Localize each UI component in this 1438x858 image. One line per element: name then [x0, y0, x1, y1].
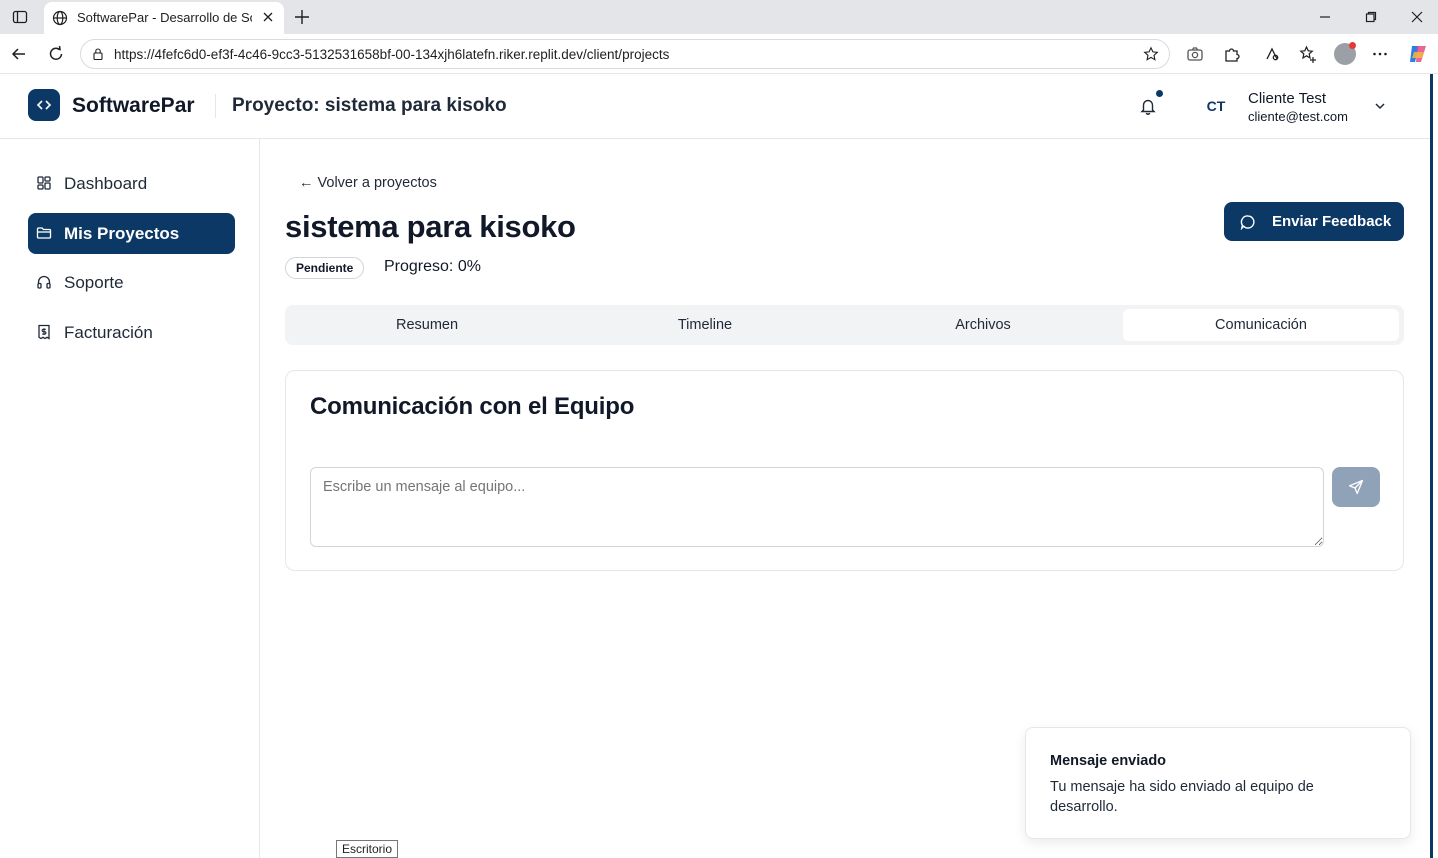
scrollbar[interactable]: [1430, 74, 1433, 858]
address-bar[interactable]: https://4fefc6d0-ef3f-4c46-9cc3-51325316…: [80, 39, 1170, 69]
notification-dot: [1156, 90, 1163, 97]
tab-files[interactable]: Archivos: [845, 309, 1121, 341]
screenshot-camera-icon[interactable]: [1186, 45, 1204, 63]
user-email[interactable]: cliente@test.com: [1248, 109, 1348, 124]
chevron-down-icon[interactable]: [1373, 99, 1387, 113]
browser-tab-strip: SoftwarePar - Desarrollo de Software: [0, 0, 1438, 34]
communication-card: Comunicación con el Equipo: [285, 370, 1404, 571]
close-tab-icon[interactable]: [260, 9, 276, 25]
url-text[interactable]: https://4fefc6d0-ef3f-4c46-9cc3-51325316…: [114, 47, 669, 62]
card-title: Comunicación con el Equipo: [310, 393, 635, 420]
sidebar-item-dashboard[interactable]: Dashboard: [28, 163, 235, 204]
back-arrow-icon[interactable]: [9, 44, 29, 64]
tab-communication[interactable]: Comunicación: [1123, 309, 1399, 341]
avatar[interactable]: CT: [1199, 95, 1233, 117]
back-to-projects-link[interactable]: ← Volver a proyectos: [299, 175, 437, 191]
dashboard-icon: [37, 176, 51, 190]
send-message-button[interactable]: [1332, 467, 1380, 507]
sidebar-item-label: Dashboard: [64, 174, 148, 193]
app-header: SoftwarePar Proyecto: sistema para kisok…: [0, 74, 1430, 139]
browser-tab-title: SoftwarePar - Desarrollo de Software: [77, 10, 252, 25]
restore-icon[interactable]: [1363, 9, 1379, 25]
sidebar-item-label: Soporte: [64, 273, 124, 292]
page-title: Proyecto: sistema para kisoko: [232, 95, 507, 116]
message-circle-icon: [1240, 215, 1255, 230]
site-info-icon[interactable]: [91, 47, 105, 61]
browser-tab[interactable]: SoftwarePar - Desarrollo de Software: [44, 2, 284, 34]
code-brackets-icon: [36, 100, 52, 110]
receipt-icon: [38, 324, 50, 340]
toast-message: Tu mensaje ha sido enviado al equipo de …: [1050, 779, 1314, 815]
send-feedback-button[interactable]: Enviar Feedback: [1224, 202, 1404, 241]
message-input[interactable]: [310, 467, 1324, 547]
window-menu-icon[interactable]: [12, 9, 28, 25]
toast-title: Mensaje enviado: [1050, 753, 1167, 769]
copilot-icon[interactable]: [1407, 43, 1429, 65]
logo[interactable]: [28, 89, 60, 121]
more-options-icon[interactable]: [1371, 45, 1389, 63]
taskbar-tooltip: Escritorio: [336, 840, 399, 858]
user-name[interactable]: Cliente Test: [1248, 90, 1326, 107]
headphones-icon: [37, 275, 51, 289]
sidebar-item-label: Facturación: [64, 323, 153, 342]
header-divider: [215, 94, 216, 118]
project-title: sistema para kisoko: [285, 209, 576, 244]
tab-summary[interactable]: Resumen: [289, 309, 565, 341]
toast-notification[interactable]: Mensaje enviado Tu mensaje ha sido envia…: [1025, 727, 1411, 839]
send-feedback-label: Enviar Feedback: [1272, 213, 1392, 230]
sidebar-item-projects[interactable]: Mis Proyectos: [28, 213, 235, 254]
send-icon: [1348, 479, 1364, 495]
sidebar-item-support[interactable]: Soporte: [28, 262, 235, 303]
folder-icon: [36, 227, 52, 239]
browser-essentials-icon[interactable]: [1263, 45, 1281, 63]
status-badge: Pendiente: [285, 257, 365, 279]
profile-notification-dot: [1349, 42, 1356, 49]
project-tabs: Resumen Timeline Archivos Comunicación: [285, 305, 1404, 345]
new-tab-icon[interactable]: [292, 7, 312, 27]
reload-icon[interactable]: [46, 44, 66, 64]
favorite-star-icon[interactable]: [1143, 46, 1159, 62]
brand-name: SoftwarePar: [72, 94, 195, 117]
sidebar: Dashboard Mis Proyectos Soporte Facturac…: [0, 139, 260, 858]
sidebar-item-billing[interactable]: Facturación: [28, 312, 235, 353]
minimize-icon[interactable]: [1317, 9, 1333, 25]
sidebar-item-label: Mis Proyectos: [64, 224, 180, 243]
progress-text: Progreso: 0%: [384, 258, 481, 275]
close-window-icon[interactable]: [1409, 9, 1425, 25]
favorites-icon[interactable]: [1299, 45, 1317, 63]
globe-icon: [52, 10, 68, 26]
extensions-icon[interactable]: [1223, 45, 1241, 63]
address-bar-row: https://4fefc6d0-ef3f-4c46-9cc3-51325316…: [0, 34, 1438, 74]
tab-timeline[interactable]: Timeline: [567, 309, 843, 341]
bell-icon[interactable]: [1139, 97, 1157, 115]
